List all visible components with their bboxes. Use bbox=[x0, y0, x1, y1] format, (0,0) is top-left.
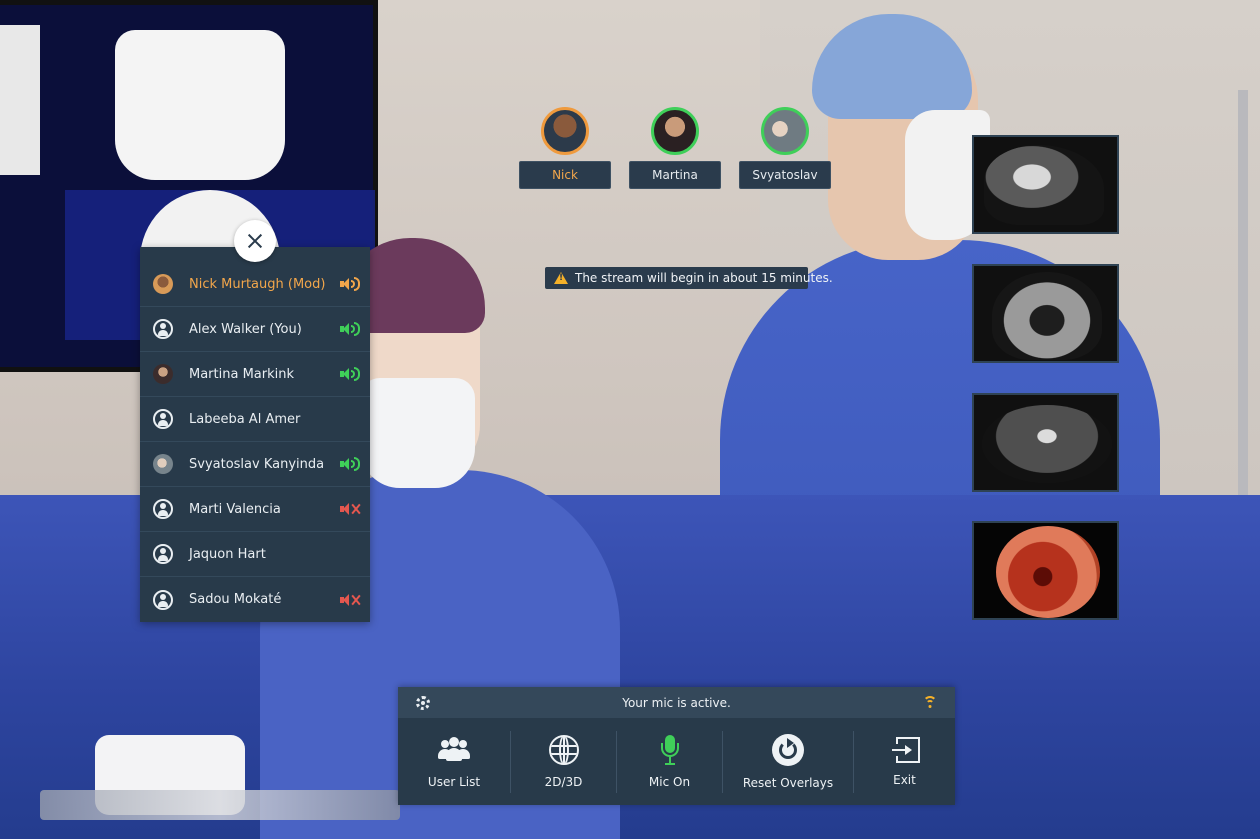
endoscope-thumbnail[interactable] bbox=[972, 521, 1119, 620]
user-name: Nick Murtaugh (Mod) bbox=[189, 276, 326, 292]
view-mode-button[interactable]: 2D/3D bbox=[511, 718, 616, 805]
avatar bbox=[153, 454, 173, 474]
user-row[interactable]: Marti Valencia bbox=[140, 487, 370, 532]
speaker-active-icon bbox=[340, 277, 360, 291]
participant-name: Svyatoslav bbox=[739, 161, 831, 189]
gear-icon[interactable] bbox=[416, 696, 430, 710]
avatar bbox=[761, 107, 809, 155]
users-icon bbox=[437, 735, 471, 765]
user-icon bbox=[153, 499, 173, 519]
participant-name: Martina bbox=[629, 161, 721, 189]
participant-nick[interactable]: Nick bbox=[519, 107, 611, 189]
user-icon bbox=[153, 544, 173, 564]
avatar bbox=[651, 107, 699, 155]
notice-text: The stream will begin in about 15 minute… bbox=[575, 271, 833, 285]
user-row[interactable]: Labeeba Al Amer bbox=[140, 397, 370, 442]
avatar bbox=[541, 107, 589, 155]
toolbar-status-bar: Your mic is active. bbox=[398, 687, 955, 718]
reset-icon bbox=[772, 733, 804, 766]
user-name: Labeeba Al Amer bbox=[189, 411, 301, 427]
user-row[interactable]: Martina Markink bbox=[140, 352, 370, 397]
button-label: Reset Overlays bbox=[742, 775, 834, 790]
ct-coronal-thumbnail[interactable] bbox=[972, 264, 1119, 363]
button-label: Exit bbox=[893, 772, 916, 787]
participant-svyatoslav[interactable]: Svyatoslav bbox=[739, 107, 831, 189]
button-label: Mic On bbox=[648, 774, 691, 789]
wifi-icon bbox=[923, 696, 937, 708]
user-row[interactable]: Jaquon Hart bbox=[140, 532, 370, 577]
speaker-muted-icon bbox=[340, 502, 360, 516]
ct-axial-thumbnail[interactable] bbox=[972, 393, 1119, 492]
warning-icon bbox=[554, 272, 568, 284]
user-name: Jaquon Hart bbox=[189, 546, 266, 562]
mic-toggle-button[interactable]: Mic On bbox=[617, 718, 722, 805]
user-row[interactable]: Alex Walker (You) bbox=[140, 307, 370, 352]
user-row[interactable]: Svyatoslav Kanyinda bbox=[140, 442, 370, 487]
close-user-list-button[interactable] bbox=[234, 220, 276, 262]
exit-icon bbox=[890, 736, 920, 763]
mic-status-text: Your mic is active. bbox=[622, 695, 731, 710]
bottom-toolbar: Your mic is active. User List 2D/3D Mic … bbox=[398, 687, 955, 805]
user-name: Svyatoslav Kanyinda bbox=[189, 456, 325, 472]
user-row[interactable]: Nick Murtaugh (Mod) bbox=[140, 262, 370, 307]
user-name: Alex Walker (You) bbox=[189, 321, 302, 337]
ct-sagittal-thumbnail[interactable] bbox=[972, 135, 1119, 234]
stream-notice: The stream will begin in about 15 minute… bbox=[545, 267, 833, 289]
speaker-active-icon bbox=[340, 457, 360, 471]
avatar bbox=[153, 364, 173, 384]
close-icon bbox=[247, 233, 263, 249]
button-label: User List bbox=[427, 774, 481, 789]
user-name: Marti Valencia bbox=[189, 501, 281, 517]
user-name: Martina Markink bbox=[189, 366, 295, 382]
surgical-tools bbox=[40, 790, 400, 820]
speaker-active-icon bbox=[340, 322, 360, 336]
participant-name: Nick bbox=[519, 161, 611, 189]
avatar bbox=[153, 274, 173, 294]
globe-icon bbox=[548, 734, 579, 765]
user-name: Sadou Mokaté bbox=[189, 592, 282, 607]
speaker-active-icon bbox=[340, 367, 360, 381]
mic-icon bbox=[653, 734, 687, 765]
user-list-button[interactable]: User List bbox=[398, 718, 510, 805]
button-label: 2D/3D bbox=[544, 774, 583, 789]
user-list-panel: Nick Murtaugh (Mod) Alex Walker (You) Ma… bbox=[140, 247, 370, 622]
user-icon bbox=[153, 409, 173, 429]
reset-overlays-button[interactable]: Reset Overlays bbox=[723, 718, 853, 805]
user-icon bbox=[153, 319, 173, 339]
user-icon bbox=[153, 589, 173, 610]
exit-button[interactable]: Exit bbox=[854, 718, 955, 805]
participant-martina[interactable]: Martina bbox=[629, 107, 721, 189]
user-row[interactable]: Sadou Mokaté bbox=[140, 577, 370, 622]
speaker-muted-icon bbox=[340, 593, 360, 607]
